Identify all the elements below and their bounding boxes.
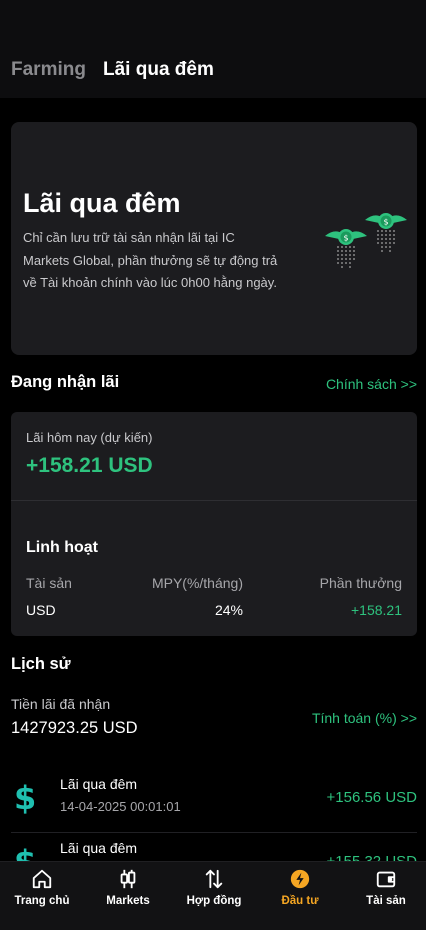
tx-name: Lãi qua đêm bbox=[60, 840, 138, 856]
tab-label: Hợp đồng bbox=[186, 895, 242, 907]
card-divider bbox=[11, 500, 417, 501]
list-item[interactable]: $ Lãi qua đêm 14-04-2025 00:01:01 +156.5… bbox=[0, 770, 426, 833]
column-header-mpy: MPY(%/tháng) bbox=[151, 575, 243, 591]
tab-label: Trang chủ bbox=[14, 895, 70, 907]
tab-markets[interactable]: Markets bbox=[86, 868, 170, 907]
calculate-link[interactable]: Tính toán (%) >> bbox=[312, 710, 417, 726]
tab-farming[interactable]: Farming bbox=[11, 59, 86, 81]
earning-card: Lãi hôm nay (dự kiến) +158.21 USD Linh h… bbox=[11, 412, 417, 636]
hero-card: Lãi qua đêm Chỉ cần lưu trữ tài sản nhận… bbox=[11, 122, 417, 355]
tab-overnight-interest[interactable]: Lãi qua đêm bbox=[103, 59, 214, 81]
tx-amount: +156.56 USD bbox=[326, 789, 417, 806]
received-interest-label: Tiền lãi đã nhận bbox=[11, 696, 111, 712]
history-section-title: Lịch sử bbox=[11, 655, 71, 673]
wallet-icon bbox=[376, 871, 396, 888]
tab-contracts[interactable]: Hợp đồng bbox=[172, 868, 256, 907]
tab-assets[interactable]: Tài sản bbox=[344, 868, 426, 907]
dollar-icon: $ bbox=[14, 779, 37, 817]
swap-arrows-icon bbox=[205, 869, 223, 889]
candlestick-icon bbox=[120, 869, 136, 889]
tab-label: Đầu tư bbox=[281, 895, 319, 907]
column-header-asset: Tài sản bbox=[26, 575, 72, 591]
policy-link[interactable]: Chính sách >> bbox=[326, 376, 417, 392]
tab-label: Tài sản bbox=[366, 895, 406, 907]
tab-home[interactable]: Trang chủ bbox=[0, 868, 84, 907]
hero-title: Lãi qua đêm bbox=[23, 188, 181, 218]
row-reward: +158.21 bbox=[351, 602, 402, 618]
home-icon bbox=[32, 869, 52, 889]
tx-name: Lãi qua đêm bbox=[60, 776, 138, 792]
list-divider bbox=[11, 832, 417, 833]
received-interest-total: 1427923.25 USD bbox=[11, 719, 138, 737]
flexible-title: Linh hoạt bbox=[26, 539, 98, 556]
svg-text:$: $ bbox=[343, 234, 348, 243]
top-header: Farming Lãi qua đêm bbox=[0, 0, 426, 98]
lightning-icon bbox=[290, 869, 310, 889]
bottom-tab-bar: Trang chủ Markets Hợp đồng Đầu tư Tài sả… bbox=[0, 861, 426, 930]
today-interest-label: Lãi hôm nay (dự kiến) bbox=[26, 430, 153, 445]
svg-text:$: $ bbox=[383, 218, 388, 227]
tab-invest[interactable]: Đầu tư bbox=[258, 868, 342, 907]
hero-description: Chỉ cần lưu trữ tài sản nhận lãi tại IC … bbox=[23, 230, 278, 290]
column-header-reward: Phần thưởng bbox=[319, 575, 402, 591]
row-asset: USD bbox=[26, 602, 56, 618]
flying-coin-right: $ bbox=[365, 213, 407, 254]
tab-label: Markets bbox=[106, 895, 150, 907]
tx-time: 14-04-2025 00:01:01 bbox=[60, 799, 181, 814]
flying-coin-left: $ bbox=[325, 229, 367, 270]
row-mpy: 24% bbox=[214, 602, 243, 618]
flying-money-icon: $ $ bbox=[325, 213, 407, 270]
today-interest-value: +158.21 USD bbox=[26, 454, 153, 477]
earning-section-title: Đang nhận lãi bbox=[11, 373, 120, 391]
